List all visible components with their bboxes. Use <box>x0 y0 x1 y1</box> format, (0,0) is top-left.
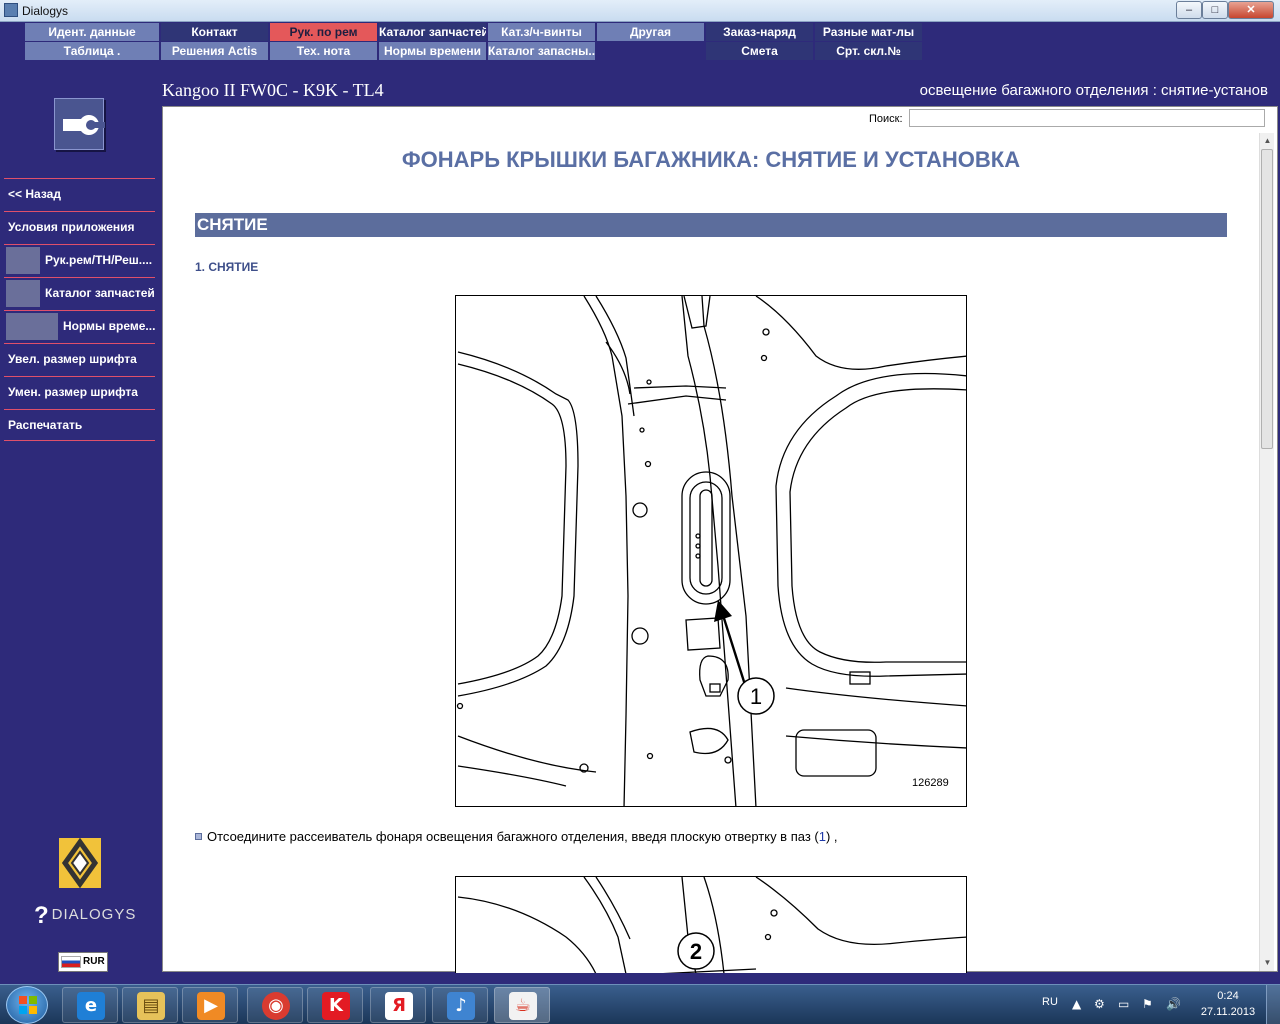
action-center-icon[interactable]: ⚑ <box>1142 997 1153 1011</box>
maximize-button[interactable]: □ <box>1202 1 1228 19</box>
minimize-button[interactable]: – <box>1176 1 1202 19</box>
volume-app-icon[interactable]: ♪ <box>432 987 488 1023</box>
sidebar-decrease-font[interactable]: Умен. размер шрифта <box>4 376 155 408</box>
app-icon <box>4 3 18 17</box>
clock-time[interactable]: 0:24 <box>1203 990 1253 1002</box>
kaspersky-icon[interactable]: K <box>307 987 363 1023</box>
menu-repair-manual[interactable]: Рук. по рем <box>270 23 377 41</box>
reference-link[interactable]: 1 <box>819 829 826 844</box>
chrome-icon[interactable]: ◉ <box>247 987 303 1023</box>
sidebar-increase-font[interactable]: Увел. размер шрифта <box>4 343 155 375</box>
content-pane: Поиск: ▲ ▼ ФОНАРЬ КРЫШКИ БАГАЖНИКА: СНЯТ… <box>162 106 1278 973</box>
search-input[interactable] <box>909 109 1265 127</box>
sidebar-conditions[interactable]: Условия приложения <box>4 211 155 243</box>
menu-parts-catalog[interactable]: Каталог запчастей <box>379 23 486 41</box>
close-button[interactable]: ✕ <box>1228 1 1274 19</box>
instruction-after: ) , <box>825 829 838 844</box>
menu-misc-materials[interactable]: Разные мат-лы <box>815 23 922 41</box>
ie-icon-glyph: e <box>77 992 105 1020</box>
menu-contact[interactable]: Контакт <box>161 23 268 41</box>
document-title: ФОНАРЬ КРЫШКИ БАГАЖНИКА: СНЯТИЕ И УСТАНО… <box>401 147 1021 172</box>
operation-title: освещение багажного отделения : снятие-у… <box>919 82 1268 99</box>
sidebar-parts-catalog[interactable]: Каталог запчастей <box>4 277 155 309</box>
show-desktop-button[interactable] <box>1266 985 1280 1024</box>
clock-date[interactable]: 27.11.2013 <box>1196 1006 1260 1018</box>
bullet-icon <box>195 833 202 840</box>
instruction-text: Отсоедините рассеиватель фонаря освещени… <box>195 829 838 844</box>
search-label: Поиск: <box>869 113 903 125</box>
tray-language[interactable]: RU <box>1042 996 1058 1008</box>
callout-1: 1 <box>750 684 762 709</box>
scroll-down-arrow-icon[interactable]: ▼ <box>1260 955 1275 971</box>
dialogys-logo-text: DIALOGYS <box>51 906 137 923</box>
menu-work-order[interactable]: Заказ-наряд <box>706 23 813 41</box>
menu-stock-number[interactable]: Срт. скл.№ <box>815 42 922 60</box>
figure-2: 2 <box>455 876 967 973</box>
figure-number: 126289 <box>912 777 949 789</box>
scroll-up-arrow-icon[interactable]: ▲ <box>1260 133 1275 149</box>
sidebar-parts-catalog-label: Каталог запчастей <box>45 286 155 300</box>
taskbar: e ▤ ▶ ◉ K Я ♪ ☕ RU ▲ ⚙ ▭ ⚑ 🔊 0:24 27.11.… <box>0 984 1280 1024</box>
ie-icon[interactable]: e <box>62 987 118 1023</box>
media-player-icon-glyph: ▶ <box>197 992 225 1020</box>
menu-labour-times[interactable]: Нормы времени <box>379 42 486 60</box>
repair-manual-icon <box>6 247 40 274</box>
vehicle-title: Kangoo II FW0C - K9K - TL4 <box>162 80 384 100</box>
russian-flag-icon <box>61 956 81 968</box>
window-title: Dialogys <box>22 4 69 18</box>
menu-spare-parts-catalog[interactable]: Каталог запасны... <box>488 42 595 60</box>
java-icon[interactable]: ☕ <box>494 987 550 1023</box>
sidebar-labour-times-label: Нормы време... <box>63 319 155 333</box>
section-heading: СНЯТИЕ <box>195 213 1227 237</box>
language-button[interactable]: RUR <box>58 952 108 972</box>
scroll-thumb[interactable] <box>1261 149 1273 449</box>
explorer-icon[interactable]: ▤ <box>122 987 178 1023</box>
steam-tray-icon[interactable]: ⚙ <box>1094 997 1105 1011</box>
dialogys-logo: ? DIALOGYS <box>34 902 136 930</box>
media-player-icon[interactable]: ▶ <box>182 987 238 1023</box>
sidebar-repair-manual-label: Рук.рем/ТН/Реш.... <box>45 253 153 267</box>
explorer-icon-glyph: ▤ <box>137 992 165 1020</box>
menu-parts-screws[interactable]: Кат.з/ч-винты <box>488 23 595 41</box>
dialogys-logo-mark: ? <box>34 902 50 929</box>
start-button[interactable] <box>6 986 48 1024</box>
wrench-logo-icon <box>54 98 105 150</box>
chrome-icon-glyph: ◉ <box>262 992 290 1020</box>
tray-expand-icon[interactable]: ▲ <box>1072 997 1081 1011</box>
scrollbar[interactable]: ▲ ▼ <box>1259 133 1274 971</box>
yandex-icon-glyph: Я <box>385 992 413 1020</box>
menu-other[interactable]: Другая <box>597 23 704 41</box>
callout-2: 2 <box>690 939 702 964</box>
kaspersky-icon-glyph: K <box>322 992 350 1020</box>
sidebar-labour-times[interactable]: Нормы време... <box>4 310 155 342</box>
renault-logo <box>59 837 101 889</box>
labour-times-icon <box>6 313 58 340</box>
instruction-before: Отсоедините рассеиватель фонаря освещени… <box>207 829 819 844</box>
sidebar-print[interactable]: Распечатать <box>4 409 155 441</box>
figure-1: 1 126289 <box>455 295 967 807</box>
menu-table[interactable]: Таблица . <box>25 42 159 60</box>
network-tray-icon[interactable]: ▭ <box>1118 997 1129 1011</box>
volume-app-icon-glyph: ♪ <box>447 992 475 1020</box>
yandex-icon[interactable]: Я <box>370 987 426 1023</box>
title-bar: Dialogys – □ ✕ <box>0 0 1280 22</box>
subsection-heading: 1. СНЯТИЕ <box>195 260 259 274</box>
sidebar-repair-manual[interactable]: Рук.рем/ТН/Реш.... <box>4 244 155 276</box>
menu-ident-data[interactable]: Идент. данные <box>25 23 159 41</box>
top-menu: Идент. данные Контакт Рук. по рем Катало… <box>0 22 1280 82</box>
menu-actis-solutions[interactable]: Решения Actis <box>161 42 268 60</box>
java-icon-glyph: ☕ <box>509 992 537 1020</box>
parts-catalog-icon <box>6 280 40 307</box>
sidebar: << Назад Условия приложения Рук.рем/ТН/Р… <box>0 82 160 978</box>
menu-estimate[interactable]: Смета <box>706 42 813 60</box>
menu-tech-note[interactable]: Тех. нота <box>270 42 377 60</box>
speaker-icon[interactable]: 🔊 <box>1166 997 1181 1011</box>
language-label: RUR <box>83 956 105 967</box>
sidebar-back[interactable]: << Назад <box>4 178 155 210</box>
